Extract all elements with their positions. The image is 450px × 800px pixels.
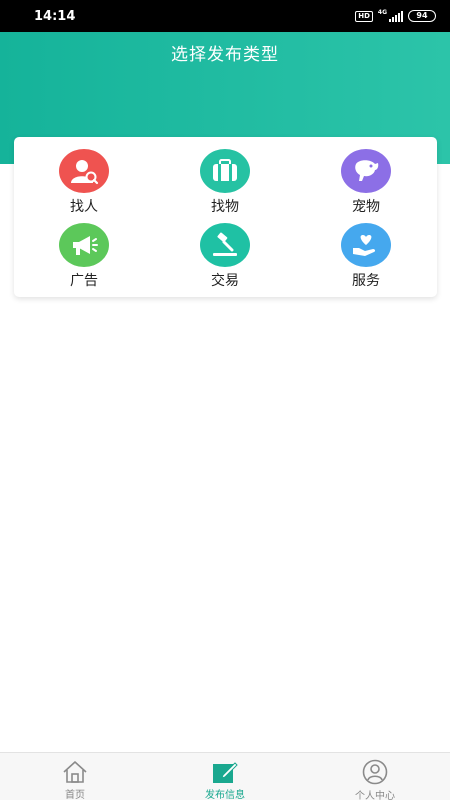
category-label: 广告 — [70, 273, 98, 289]
person-search-icon — [59, 149, 109, 193]
edit-icon — [211, 759, 239, 784]
category-label: 找物 — [211, 199, 239, 215]
signal-icon: 4G — [378, 10, 403, 22]
category-service[interactable]: 服务 — [316, 223, 416, 295]
home-icon — [61, 759, 89, 784]
status-time: 14:14 — [34, 8, 76, 24]
category-find-item[interactable]: 找物 — [175, 149, 275, 221]
tab-profile[interactable]: 个人中心 — [325, 753, 425, 800]
tab-publish[interactable]: 发布信息 — [175, 753, 275, 800]
status-icons: HD 4G 94 — [355, 10, 436, 22]
category-label: 找人 — [70, 199, 98, 215]
tab-label: 发布信息 — [205, 790, 245, 800]
user-icon — [361, 759, 389, 785]
screen: 14:14 HD 4G 94 选择发布类型 找人 找物 宠物 广告 交易 服务 … — [0, 0, 450, 800]
megaphone-icon — [59, 223, 109, 267]
category-find-person[interactable]: 找人 — [34, 149, 134, 221]
gavel-icon — [200, 223, 250, 267]
tab-home[interactable]: 首页 — [25, 753, 125, 800]
category-trade[interactable]: 交易 — [175, 223, 275, 295]
category-card: 找人 找物 宠物 广告 交易 服务 — [14, 137, 437, 297]
category-label: 交易 — [211, 273, 239, 289]
tab-label: 个人中心 — [355, 791, 395, 800]
network-type: 4G — [377, 9, 387, 16]
suitcase-icon — [200, 149, 250, 193]
category-label: 宠物 — [352, 199, 380, 215]
category-label: 服务 — [352, 273, 380, 289]
bottom-tabbar: 首页 发布信息 个人中心 — [0, 752, 450, 800]
category-pet[interactable]: 宠物 — [316, 149, 416, 221]
battery-icon: 94 — [408, 10, 436, 22]
category-ad[interactable]: 广告 — [34, 223, 134, 295]
page-title: 选择发布类型 — [171, 45, 279, 65]
hd-badge: HD — [355, 10, 373, 22]
dog-icon — [341, 149, 391, 193]
status-bar: 14:14 HD 4G 94 — [0, 0, 450, 32]
tab-label: 首页 — [65, 790, 85, 800]
heart-hand-icon — [341, 223, 391, 267]
